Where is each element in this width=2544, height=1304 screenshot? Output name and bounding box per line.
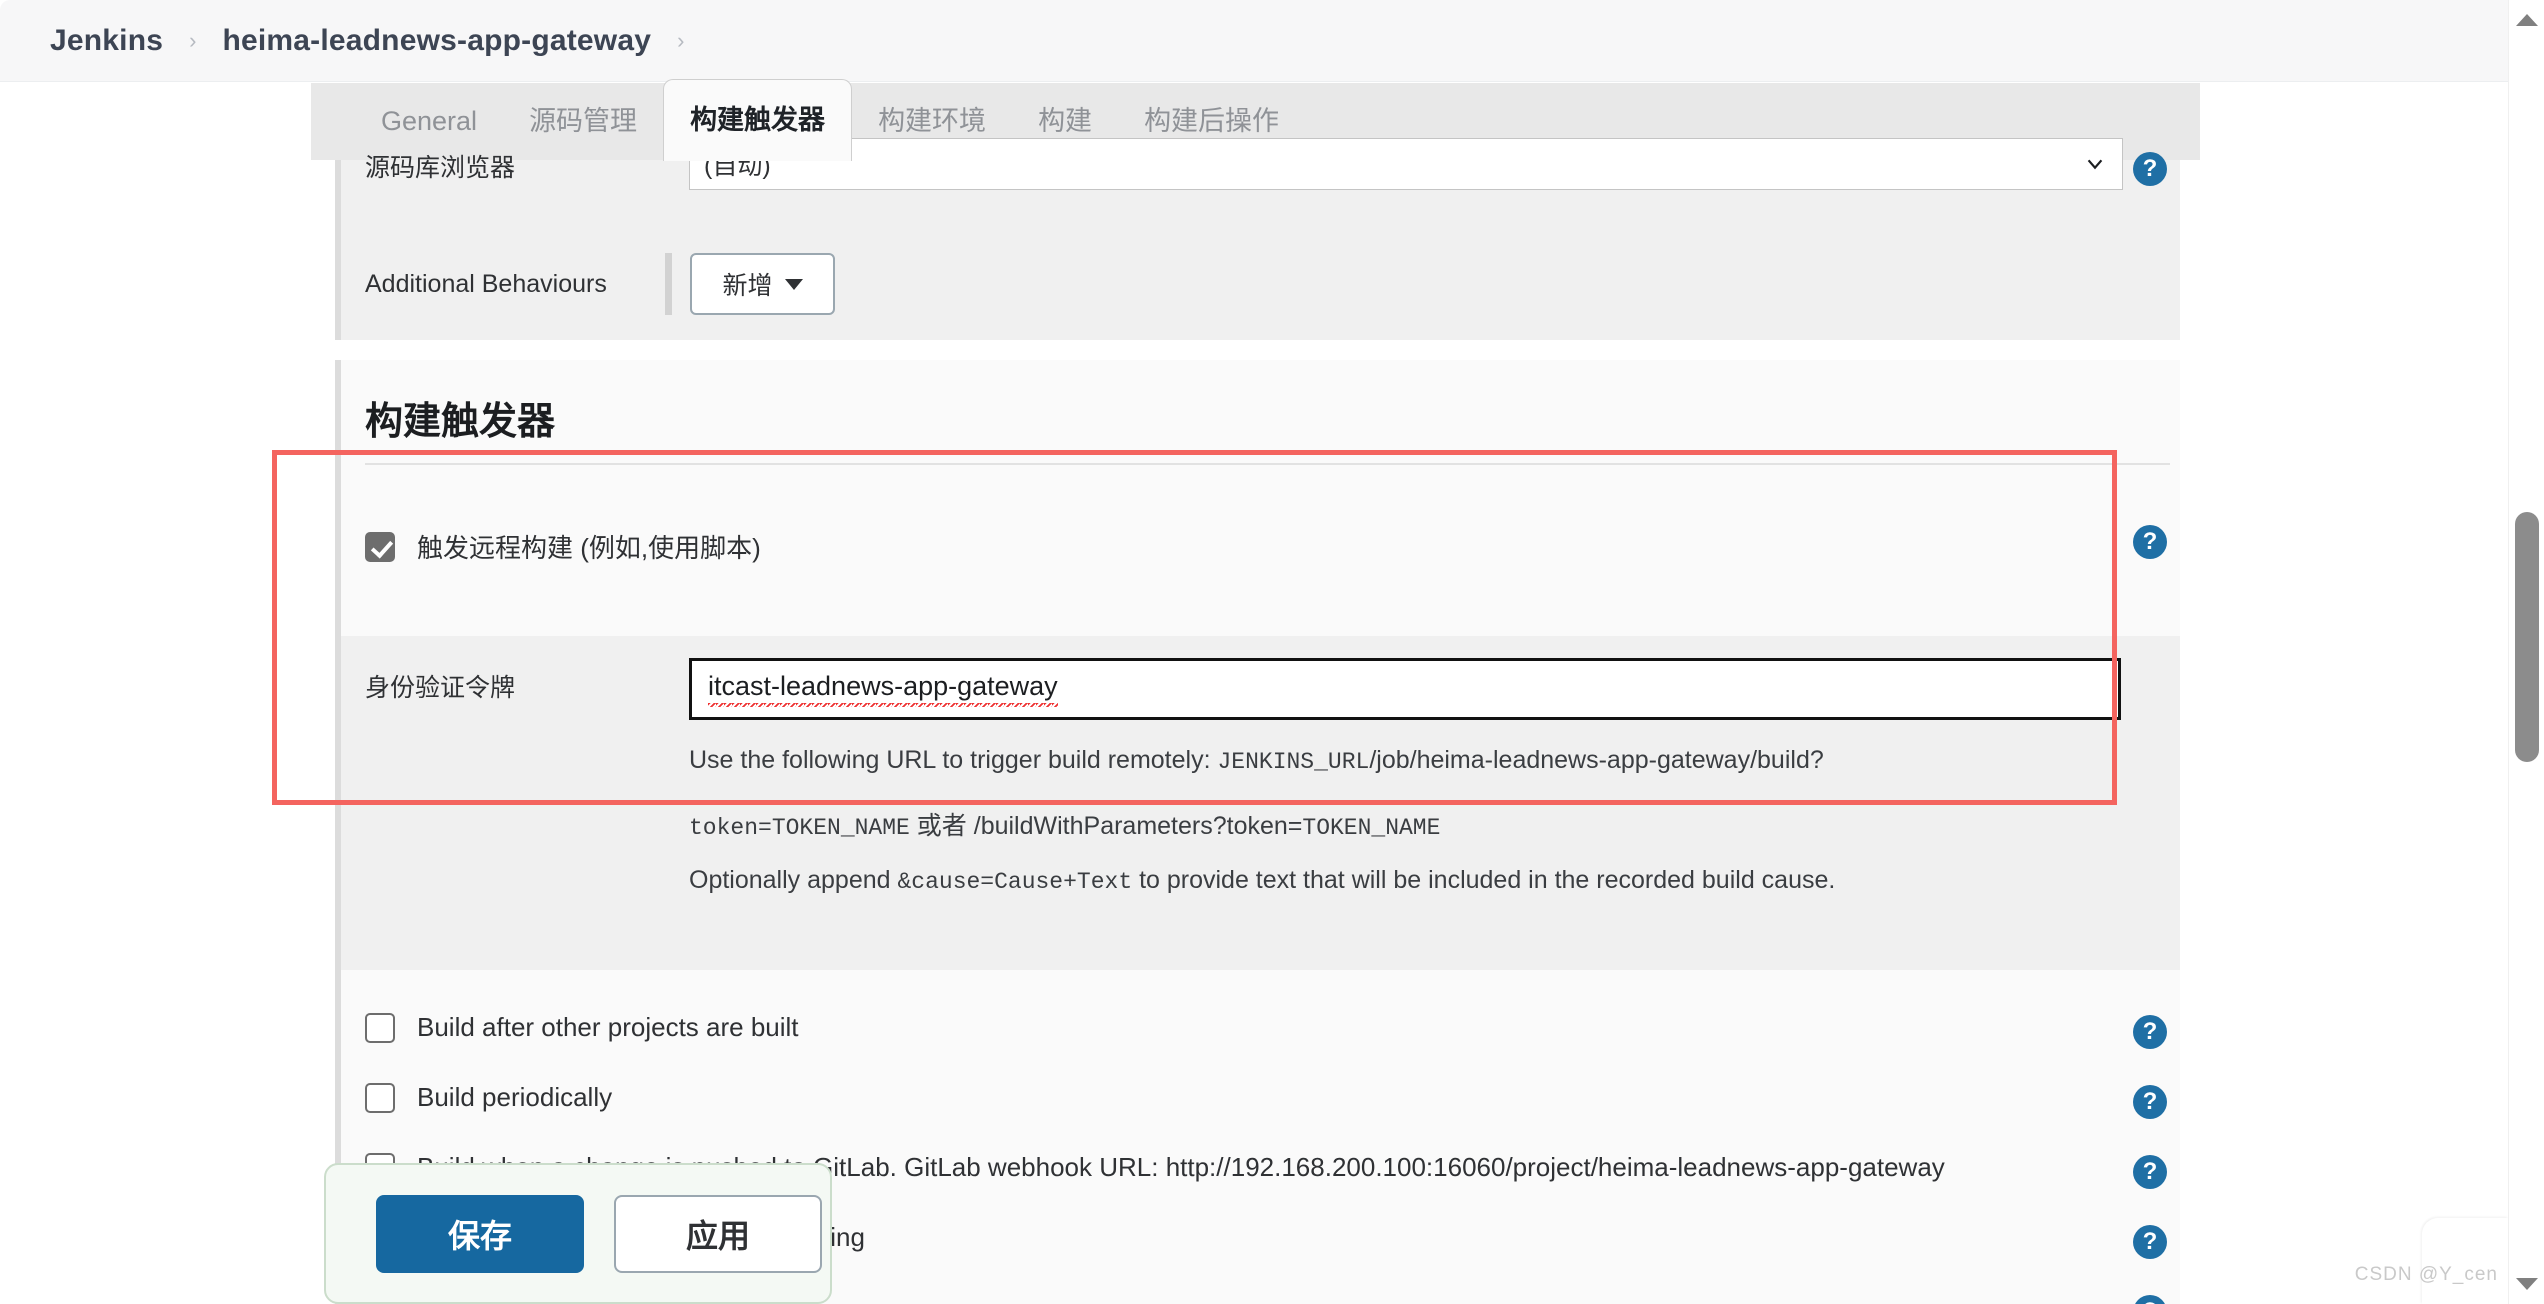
- trigger-row-build-periodically[interactable]: Build periodically: [365, 1082, 612, 1113]
- auth-token-input-value: itcast-leadnews-app-gateway: [708, 671, 1058, 707]
- scm-browser-row: 源码库浏览器: [365, 148, 655, 184]
- scm-browser-select[interactable]: (自动): [689, 138, 2123, 190]
- section-divider: [365, 463, 2170, 465]
- form-divider: [665, 253, 672, 315]
- help-icon-build-after-projects[interactable]: ?: [2133, 1015, 2167, 1049]
- auth-token-row: 身份验证令牌: [365, 668, 625, 704]
- remote-trigger-help-line-2: token=TOKEN_NAME 或者 /buildWithParameters…: [689, 806, 1440, 842]
- help-icon-github-hook[interactable]: ?: [2133, 1225, 2167, 1259]
- help-icon-remote-trigger[interactable]: ?: [2133, 525, 2167, 559]
- build-triggers-section-header: 构建触发器: [335, 360, 2180, 486]
- scroll-up-arrow-icon[interactable]: [2515, 14, 2538, 26]
- jenkins-job-config-page: Jenkins › heima-leadnews-app-gateway › G…: [0, 0, 2544, 1304]
- help-line-1-prefix: Use the following URL to trigger build r…: [689, 746, 1218, 774]
- build-after-projects-label: Build after other projects are built: [417, 1012, 799, 1042]
- breadcrumb-item-jenkins[interactable]: Jenkins: [50, 24, 163, 58]
- help-line-2-mono2: TOKEN_NAME: [1302, 815, 1441, 841]
- help-line-3-suffix: to provide text that will be included in…: [1132, 866, 1836, 894]
- add-behaviour-button[interactable]: 新增: [690, 253, 835, 315]
- chevron-down-icon: [2087, 159, 2103, 170]
- corner-fold-decoration: [2422, 1218, 2508, 1304]
- sticky-save-bar: 保存 应用: [324, 1163, 832, 1304]
- scm-browser-label: 源码库浏览器: [365, 154, 516, 182]
- csdn-watermark: CSDN @Y_cen: [2354, 1264, 2498, 1285]
- caret-down-icon: [784, 278, 803, 290]
- breadcrumb-item-job[interactable]: heima-leadnews-app-gateway: [222, 24, 651, 58]
- help-icon-gitlab-push[interactable]: ?: [2133, 1155, 2167, 1189]
- tab-build-triggers[interactable]: 构建触发器: [663, 79, 853, 161]
- additional-behaviours-label: Additional Behaviours: [365, 269, 607, 298]
- config-form-body: 源码库浏览器 (自动) Additional Behaviours 新增 ? 构…: [311, 138, 2200, 1304]
- add-behaviour-button-label: 新增: [722, 272, 773, 300]
- breadcrumb-separator-icon: ›: [189, 27, 197, 53]
- trigger-row-build-after-projects[interactable]: Build after other projects are built: [365, 1012, 799, 1043]
- breadcrumb: Jenkins › heima-leadnews-app-gateway ›: [0, 0, 2508, 82]
- help-line-1-mono: JENKINS_URL: [1217, 749, 1370, 775]
- build-periodically-label: Build periodically: [417, 1082, 613, 1112]
- build-triggers-section-title: 构建触发器: [365, 401, 556, 443]
- remote-trigger-block: 触发远程构建 (例如,使用脚本): [335, 486, 2180, 636]
- build-periodically-checkbox[interactable]: [365, 1082, 395, 1113]
- breadcrumb-trailing-chevron-icon[interactable]: ›: [677, 29, 684, 52]
- save-button[interactable]: 保存: [376, 1194, 584, 1273]
- help-line-2-mid: 或者: [909, 812, 974, 840]
- remote-trigger-label: 触发远程构建 (例如,使用脚本): [417, 533, 761, 563]
- additional-behaviours-row: Additional Behaviours 新增: [365, 253, 835, 315]
- apply-button[interactable]: 应用: [614, 1194, 822, 1273]
- help-line-3-prefix: Optionally append: [689, 866, 898, 894]
- help-icon-build-periodically[interactable]: ?: [2133, 1085, 2167, 1119]
- scm-config-block: 源码库浏览器 (自动) Additional Behaviours 新增: [335, 138, 2180, 340]
- auth-token-panel: 身份验证令牌 itcast-leadnews-app-gateway Use t…: [335, 636, 2180, 970]
- help-line-3-mono: &cause=Cause+Text: [897, 869, 1133, 895]
- remote-trigger-checkbox[interactable]: [365, 531, 395, 562]
- scrollbar-thumb[interactable]: [2515, 512, 2539, 762]
- auth-token-input[interactable]: itcast-leadnews-app-gateway: [689, 658, 2121, 720]
- remote-trigger-checkbox-row[interactable]: 触发远程构建 (例如,使用脚本): [341, 486, 2180, 565]
- help-line-1-suffix: /job/heima-leadnews-app-gateway/build?: [1369, 746, 1824, 774]
- help-line-2-mono1: token=TOKEN_NAME: [689, 815, 910, 841]
- remote-trigger-help-line-1: Use the following URL to trigger build r…: [689, 746, 1824, 775]
- remote-trigger-help-line-3: Optionally append &cause=Cause+Text to p…: [689, 866, 1835, 895]
- auth-token-label: 身份验证令牌: [365, 674, 516, 702]
- help-line-2-suffix: /buildWithParameters?token=: [973, 812, 1303, 840]
- page-scrollbar[interactable]: [2508, 0, 2544, 1304]
- help-icon-scm-browser[interactable]: ?: [2133, 152, 2167, 186]
- scroll-down-arrow-icon[interactable]: [2515, 1278, 2538, 1290]
- build-after-projects-checkbox[interactable]: [365, 1012, 395, 1043]
